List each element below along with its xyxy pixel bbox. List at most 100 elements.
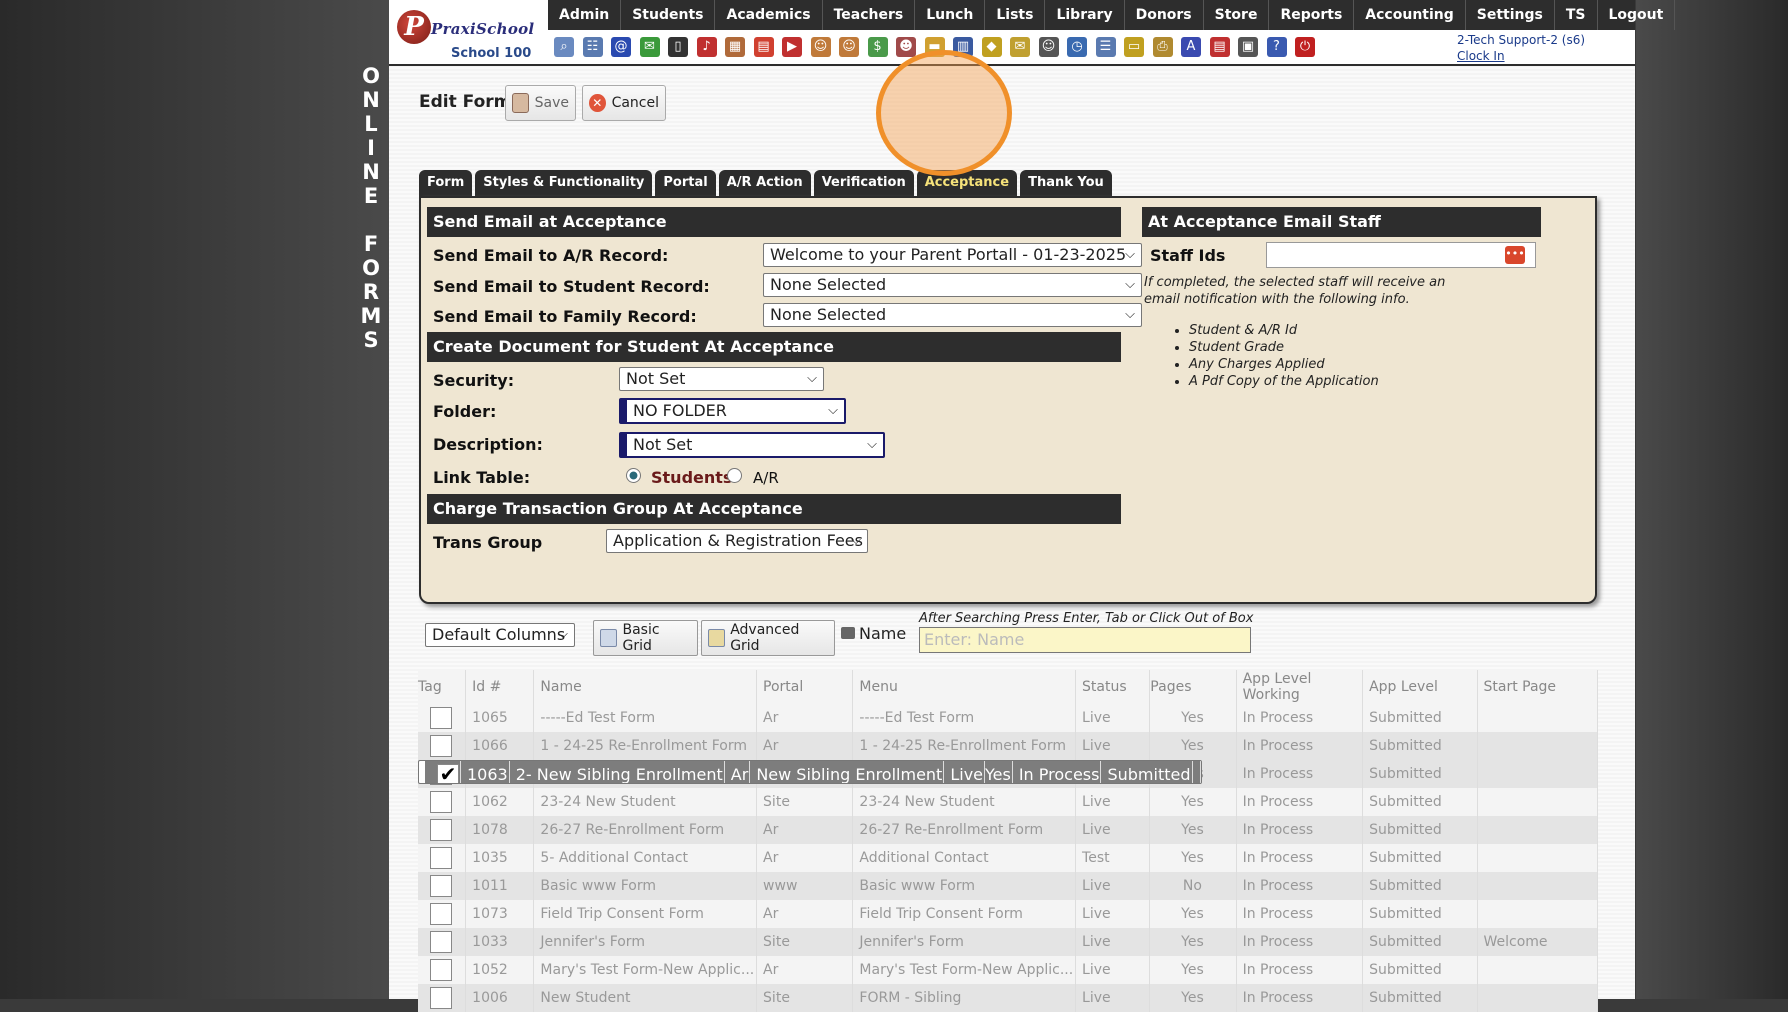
row-checkbox[interactable] — [430, 903, 452, 925]
row-checkbox[interactable] — [430, 847, 452, 869]
tab-form[interactable]: Form — [419, 170, 473, 196]
cell-start — [1477, 956, 1598, 984]
row-checkbox[interactable] — [430, 875, 452, 897]
nav-academics[interactable]: Academics — [715, 0, 823, 30]
table-row[interactable]: 1073 Field Trip Consent Form Ar Field Trip … — [418, 900, 1598, 928]
column-header[interactable]: App Level Working — [1236, 670, 1364, 704]
list-icon[interactable]: ☰ — [1095, 37, 1116, 57]
table-row[interactable]: 1065 -----Ed Test Form Ar -----Ed Test Form… — [418, 704, 1598, 732]
description-select[interactable]: Not Set ⌵ — [619, 432, 885, 458]
book-icon[interactable]: ▥ — [953, 37, 973, 57]
power-icon[interactable]: ⏻ — [1295, 37, 1315, 57]
ap-icon[interactable]: A — [1181, 37, 1201, 57]
email-family-select[interactable]: None Selected ⌵ — [763, 303, 1142, 327]
column-header[interactable]: Pages — [1149, 670, 1237, 704]
table-row[interactable]: 1066 1 - 24-25 Re-Enrollment Form Ar 1 - 24… — [418, 732, 1598, 760]
calculator-icon[interactable]: ▦ — [725, 37, 745, 57]
table-row[interactable]: 1052 Mary's Test Form-New Applic... Ar Mary… — [418, 956, 1598, 984]
staff-icon[interactable]: ☺ — [1038, 37, 1059, 57]
chat-icon[interactable]: ✉ — [639, 37, 660, 57]
row-checkbox[interactable] — [430, 819, 452, 841]
table-row[interactable]: 1062 23-24 New Student Site 23-24 New Stude… — [418, 788, 1598, 816]
group-icon[interactable]: ☻ — [896, 37, 916, 57]
phone-icon[interactable]: ▯ — [668, 37, 688, 57]
nav-ts[interactable]: TS — [1555, 0, 1598, 30]
mail-icon[interactable]: ✉ — [1010, 37, 1030, 57]
megaphone-icon[interactable]: ▶ — [782, 37, 802, 57]
row-checkbox[interactable] — [430, 707, 452, 729]
pdf-icon[interactable]: ▤ — [1209, 37, 1230, 57]
tab-verification[interactable]: Verification — [813, 170, 914, 196]
students-radio[interactable] — [626, 468, 641, 483]
staff-ids-input[interactable]: ••• — [1266, 242, 1536, 268]
printer-icon[interactable]: ⎙ — [1152, 37, 1173, 57]
nav-logout[interactable]: Logout — [1598, 0, 1676, 30]
advanced-grid-button[interactable]: Advanced Grid — [701, 620, 835, 656]
clock-icon[interactable]: ◷ — [1067, 37, 1087, 57]
row-checkbox[interactable] — [430, 791, 452, 813]
save-button[interactable]: Save — [505, 85, 576, 121]
tab-a-r-action[interactable]: A/R Action — [718, 170, 811, 196]
calendar-icon[interactable]: ▤ — [753, 37, 774, 57]
money-icon[interactable]: $ — [867, 37, 888, 57]
person-icon[interactable]: ☺ — [810, 37, 831, 57]
nav-store[interactable]: Store — [1204, 0, 1270, 30]
folder-select[interactable]: NO FOLDER ⌵ — [619, 398, 846, 424]
column-header[interactable]: Start Page — [1477, 670, 1598, 704]
praxischool-logo[interactable]: P PraxiSchool School 100 — [391, 2, 547, 64]
nav-reports[interactable]: Reports — [1269, 0, 1355, 30]
tab-thank-you[interactable]: Thank You — [1020, 170, 1112, 196]
nav-lists[interactable]: Lists — [985, 0, 1046, 30]
nav-lunch[interactable]: Lunch — [915, 0, 986, 30]
lunch-icon[interactable]: ▬ — [924, 37, 945, 57]
tab-acceptance[interactable]: Acceptance — [916, 170, 1018, 196]
column-header[interactable]: Portal — [756, 670, 854, 704]
scanner-icon[interactable]: ▣ — [1238, 37, 1258, 57]
table-row[interactable]: 1078 26-27 Re-Enrollment Form Ar 26-27 Re-E… — [418, 816, 1598, 844]
bell-icon[interactable]: ◆ — [981, 37, 1002, 57]
row-checkbox[interactable] — [430, 931, 452, 953]
row-checkbox[interactable] — [430, 987, 452, 1009]
table-row[interactable]: 1011 Basic www Form www Basic www Form Live N… — [418, 872, 1598, 900]
clock-in-link[interactable]: Clock In — [1457, 48, 1585, 64]
email-ar-select[interactable]: Welcome to your Parent Portall - 01-23-2… — [763, 243, 1142, 267]
help-icon[interactable]: ? — [1266, 37, 1287, 57]
name-search-input[interactable]: Enter: Name — [919, 627, 1251, 653]
column-header[interactable]: App Level — [1362, 670, 1478, 704]
nav-settings[interactable]: Settings — [1466, 0, 1555, 30]
nav-teachers[interactable]: Teachers — [823, 0, 916, 30]
tab-portal[interactable]: Portal — [655, 170, 716, 196]
speaker-icon[interactable]: ♪ — [696, 37, 717, 57]
column-header[interactable]: Status — [1075, 670, 1151, 704]
nav-accounting[interactable]: Accounting — [1354, 0, 1466, 30]
tab-styles-functionality[interactable]: Styles & Functionality — [475, 170, 653, 196]
table-row[interactable]: 1006 New Student Site FORM - Sibling Live Yes… — [418, 984, 1598, 1012]
more-options-icon[interactable]: ••• — [1505, 246, 1525, 264]
card-icon[interactable]: ▭ — [1124, 37, 1144, 57]
email-icon[interactable]: @ — [611, 37, 631, 57]
row-checkbox[interactable] — [430, 959, 452, 981]
table-row[interactable]: 1035 5- Additional Contact Ar Additional Co… — [418, 844, 1598, 872]
basic-grid-button[interactable]: Basic Grid — [593, 620, 698, 656]
table-row[interactable]: 1033 Jennifer's Form Site Jennifer's Form Li… — [418, 928, 1598, 956]
table-row[interactable]: ✔ 1063 2- New Sibling Enrollment Ar New Sibl… — [418, 760, 1202, 784]
search-icon[interactable]: ⌕ — [554, 37, 574, 57]
security-select[interactable]: Not Set ⌵ — [619, 367, 824, 391]
nav-students[interactable]: Students — [621, 0, 716, 30]
column-header[interactable]: Name — [533, 670, 758, 704]
nav-library[interactable]: Library — [1045, 0, 1125, 30]
column-header[interactable]: Id # — [465, 670, 535, 704]
cancel-button[interactable]: ✕ Cancel — [582, 85, 666, 121]
row-checkbox[interactable] — [430, 735, 452, 757]
row-checkbox[interactable]: ✔ — [437, 764, 459, 783]
column-header[interactable]: Menu — [852, 670, 1077, 704]
nav-admin[interactable]: Admin — [548, 0, 622, 30]
ar-radio[interactable] — [727, 468, 742, 483]
nav-donors[interactable]: Donors — [1125, 0, 1204, 30]
column-header[interactable]: Tag — [418, 670, 467, 704]
teacher-icon[interactable]: ☺ — [839, 37, 859, 57]
trans-group-select[interactable]: Application & Registration Fees ⌵ — [606, 529, 868, 553]
columns-select[interactable]: Default Columns ⌵ — [425, 623, 575, 647]
grid-icon[interactable]: ☷ — [582, 37, 603, 57]
email-student-select[interactable]: None Selected ⌵ — [763, 273, 1142, 297]
